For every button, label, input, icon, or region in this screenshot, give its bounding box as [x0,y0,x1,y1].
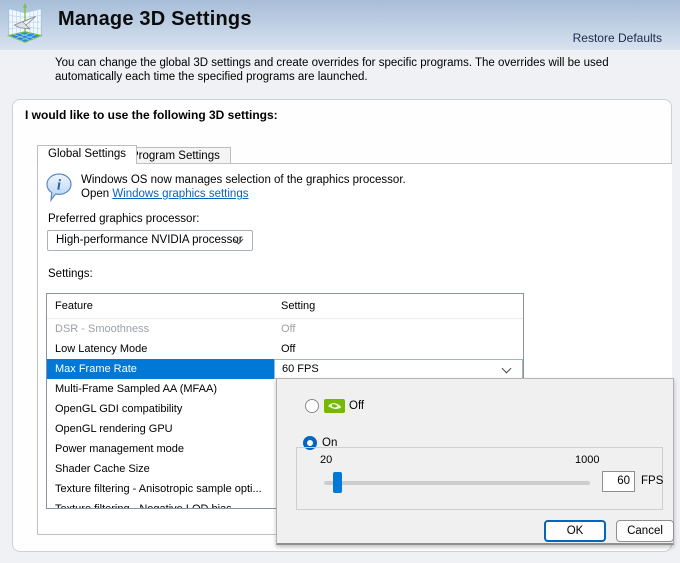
frame-rate-groupbox: 20 1000 60 FPS [296,447,663,510]
nvidia-logo-icon [324,399,345,413]
table-row-max-frame-rate[interactable]: Max Frame Rate 60 FPS [47,359,523,379]
selected-feature-cell: Max Frame Rate [47,359,274,379]
frame-rate-slider-track[interactable] [324,481,590,485]
slider-max-label: 1000 [575,454,599,466]
table-row[interactable]: DSR - Smoothness Off [47,319,523,339]
chevron-down-icon [502,364,512,374]
info-text-line2: Open Windows graphics settings [81,188,248,200]
slider-min-label: 20 [320,454,332,466]
max-frame-rate-value: 60 FPS [282,363,319,375]
windows-graphics-settings-link[interactable]: Windows graphics settings [112,188,248,200]
settings-label: Settings: [48,268,93,280]
preferred-processor-value: High-performance NVIDIA processor [56,234,243,246]
cancel-button[interactable]: Cancel [616,520,674,542]
page-title: Manage 3D Settings [58,8,252,31]
radio-off[interactable] [305,399,319,413]
preferred-processor-dropdown[interactable]: High-performance NVIDIA processor [47,230,253,251]
max-frame-rate-popup: Off On 20 1000 60 FPS OK Cancel [276,378,674,545]
column-header-setting: Setting [281,294,315,318]
off-label: Off [349,400,364,412]
ok-button[interactable]: OK [544,520,606,542]
restore-defaults-link[interactable]: Restore Defaults [573,31,662,45]
page-header: Manage 3D Settings Restore Defaults [0,0,680,50]
panel-heading: I would like to use the following 3D set… [25,108,278,122]
column-header-feature: Feature [55,294,93,318]
page-description: You can change the global 3D settings an… [55,56,673,84]
info-icon: i [46,173,72,203]
table-header: Feature Setting [47,294,523,319]
max-frame-rate-dropdown[interactable]: 60 FPS [274,359,523,379]
frame-rate-slider-thumb[interactable] [333,472,342,493]
info-open-prefix: Open [81,188,112,200]
table-row[interactable]: Low Latency Mode Off [47,339,523,359]
info-text-line1: Windows OS now manages selection of the … [81,174,406,186]
manage-3d-settings-icon [2,2,48,48]
preferred-processor-label: Preferred graphics processor: [48,213,199,225]
tab-global-settings[interactable]: Global Settings [37,145,137,164]
frame-rate-value-input[interactable]: 60 [602,471,635,492]
fps-unit-label: FPS [641,475,663,487]
